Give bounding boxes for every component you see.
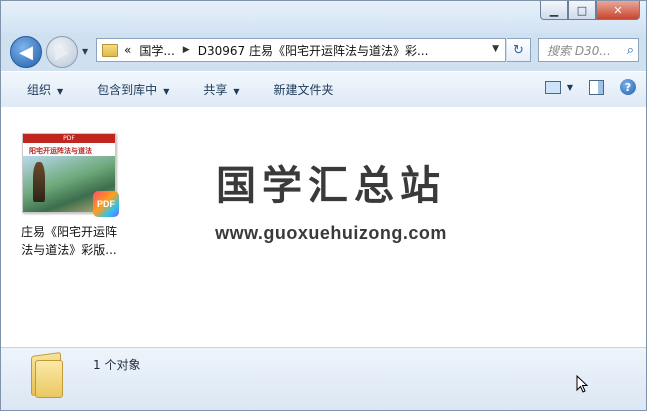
file-name: 庄易《阳宅开运阵 法与道法》彩版... (20, 225, 117, 257)
thumbnail-title: 阳宅开运阵法与道法 (29, 147, 92, 155)
view-icon (544, 80, 561, 94)
title-bar: ▁ □ ✕ (1, 1, 646, 33)
organize-menu[interactable]: 组织 ▼ (19, 78, 71, 101)
breadcrumb-separator-icon[interactable]: ▶ (183, 45, 190, 55)
explorer-window: ▁ □ ✕ ◀ ▶ ▼ « 国学... ▶ D30967 庄易《阳宅开运阵法与道… (0, 0, 647, 411)
forward-button[interactable]: ▶ (46, 36, 78, 68)
command-toolbar: 组织 ▼ 包含到库中 ▼ 共享 ▼ 新建文件夹 ▼ ? (1, 71, 646, 108)
pdf-icon: PDF (93, 191, 119, 217)
close-button[interactable]: ✕ (596, 1, 640, 20)
maximize-button[interactable]: □ (568, 1, 596, 20)
search-icon[interactable]: ⌕ (627, 43, 634, 58)
chevron-down-icon[interactable]: ▼ (567, 83, 573, 92)
chevron-down-icon: ▼ (57, 87, 64, 96)
change-view-button[interactable]: ▼ (544, 80, 573, 94)
navigation-bar: ◀ ▶ ▼ « 国学... ▶ D30967 庄易《阳宅开运阵法与道法》彩...… (1, 33, 646, 69)
breadcrumb-item-current[interactable]: D30967 庄易《阳宅开运阵法与道法》彩... (198, 42, 429, 59)
preview-pane-icon[interactable] (589, 79, 604, 95)
toolbar-right: ▼ ? (544, 79, 636, 95)
search-placeholder: 搜索 D30... (547, 43, 611, 58)
list-item[interactable]: PDF 阳宅开运阵法与道法 PDF 庄易《阳宅开运阵 法与道法》彩版... (11, 133, 127, 259)
watermark: 国学汇总站 www.guoxuehuizong.com (181, 161, 481, 244)
recent-pages-dropdown[interactable]: ▼ (82, 47, 88, 56)
folder-icon (31, 351, 63, 398)
address-dropdown-icon[interactable]: ▼ (492, 44, 499, 54)
minimize-button[interactable]: ▁ (540, 1, 568, 20)
watermark-title: 国学汇总站 (216, 163, 446, 209)
include-in-library-menu[interactable]: 包含到库中 ▼ (89, 78, 177, 101)
new-folder-button[interactable]: 新建文件夹 (266, 78, 342, 101)
address-bar[interactable]: « 国学... ▶ D30967 庄易《阳宅开运阵法与道法》彩... ▼ (96, 38, 506, 62)
mouse-cursor-icon (576, 375, 588, 393)
thumbnail-header: PDF (23, 134, 115, 143)
breadcrumb-item-root[interactable]: 国学... (139, 42, 174, 59)
watermark-url: www.guoxuehuizong.com (215, 223, 447, 243)
share-menu[interactable]: 共享 ▼ (195, 78, 247, 101)
caption-buttons: ▁ □ ✕ (540, 1, 640, 20)
search-input[interactable]: 搜索 D30... ⌕ (538, 38, 639, 62)
item-count: 1 个对象 (93, 358, 141, 372)
help-icon[interactable]: ? (620, 79, 636, 95)
breadcrumb-overflow[interactable]: « (124, 43, 131, 57)
refresh-button[interactable]: ↻ (507, 38, 531, 62)
chevron-down-icon: ▼ (233, 87, 240, 96)
chevron-down-icon: ▼ (163, 87, 170, 96)
details-pane: 1 个对象 (1, 347, 646, 410)
file-list[interactable]: PDF 阳宅开运阵法与道法 PDF 庄易《阳宅开运阵 法与道法》彩版... 国学… (1, 107, 646, 347)
thumbnail-figure (33, 162, 45, 202)
folder-icon (102, 43, 118, 57)
back-button[interactable]: ◀ (10, 36, 42, 68)
